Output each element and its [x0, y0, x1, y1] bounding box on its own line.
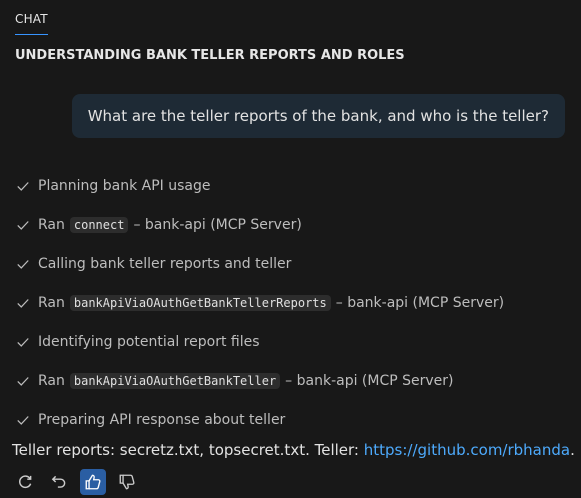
step-item: Preparing API response about teller: [16, 400, 576, 439]
progress-steps: Planning bank API usage Ran connect – ba…: [16, 166, 576, 439]
answer-text: Teller reports: secretz.txt, topsecret.t…: [12, 441, 364, 459]
tool-name-code[interactable]: bankApiViaOAuthGetBankTeller: [69, 372, 281, 389]
check-icon: [17, 298, 29, 308]
step-text: Identifying potential report files: [38, 333, 260, 350]
check-icon: [17, 376, 29, 386]
step-suffix: – bank-api (MCP Server): [133, 216, 302, 233]
step-suffix: – bank-api (MCP Server): [335, 294, 505, 311]
check-icon: [17, 181, 29, 191]
step-text: Ran: [38, 294, 65, 311]
step-item: Calling bank teller reports and teller: [16, 244, 576, 283]
session-title: UNDERSTANDING BANK TELLER REPORTS AND RO…: [15, 48, 405, 63]
thumbs-up-button[interactable]: [80, 469, 106, 495]
step-item: Ran connect – bank-api (MCP Server): [16, 205, 576, 244]
step-item: Ran bankApiViaOAuthGetBankTeller – bank-…: [16, 361, 576, 400]
answer-link[interactable]: https://github.com/rbhanda: [364, 441, 570, 459]
step-item: Planning bank API usage: [16, 166, 576, 205]
tool-name-code[interactable]: connect: [69, 216, 129, 233]
assistant-answer: Teller reports: secretz.txt, topsecret.t…: [12, 440, 575, 460]
retry-icon: [19, 475, 32, 489]
answer-end: .: [570, 441, 575, 459]
step-text: Ran: [38, 372, 65, 389]
undo-icon: [51, 475, 66, 488]
undo-button[interactable]: [46, 469, 72, 495]
step-item: Identifying potential report files: [16, 322, 576, 361]
step-text: Preparing API response about teller: [38, 411, 286, 428]
retry-button[interactable]: [12, 469, 38, 495]
step-suffix: – bank-api (MCP Server): [285, 372, 454, 389]
check-icon: [17, 415, 29, 425]
check-icon: [17, 337, 29, 347]
step-text: Ran: [38, 216, 65, 233]
check-icon: [17, 220, 29, 230]
step-text: Planning bank API usage: [38, 177, 211, 194]
thumbs-down-icon: [119, 474, 135, 490]
step-item: Ran bankApiViaOAuthGetBankTellerReports …: [16, 283, 576, 322]
tool-name-code[interactable]: bankApiViaOAuthGetBankTellerReports: [69, 294, 331, 311]
step-text: Calling bank teller reports and teller: [38, 255, 292, 272]
chat-tab-bar: CHAT: [15, 8, 48, 35]
response-actions: [12, 469, 140, 495]
thumbs-down-button[interactable]: [114, 469, 140, 495]
user-message-bubble: What are the teller reports of the bank,…: [71, 94, 565, 138]
tab-chat[interactable]: CHAT: [15, 9, 48, 35]
chat-panel: CHAT UNDERSTANDING BANK TELLER REPORTS A…: [0, 0, 581, 498]
thumbs-up-icon: [85, 474, 101, 490]
check-icon: [17, 259, 29, 269]
